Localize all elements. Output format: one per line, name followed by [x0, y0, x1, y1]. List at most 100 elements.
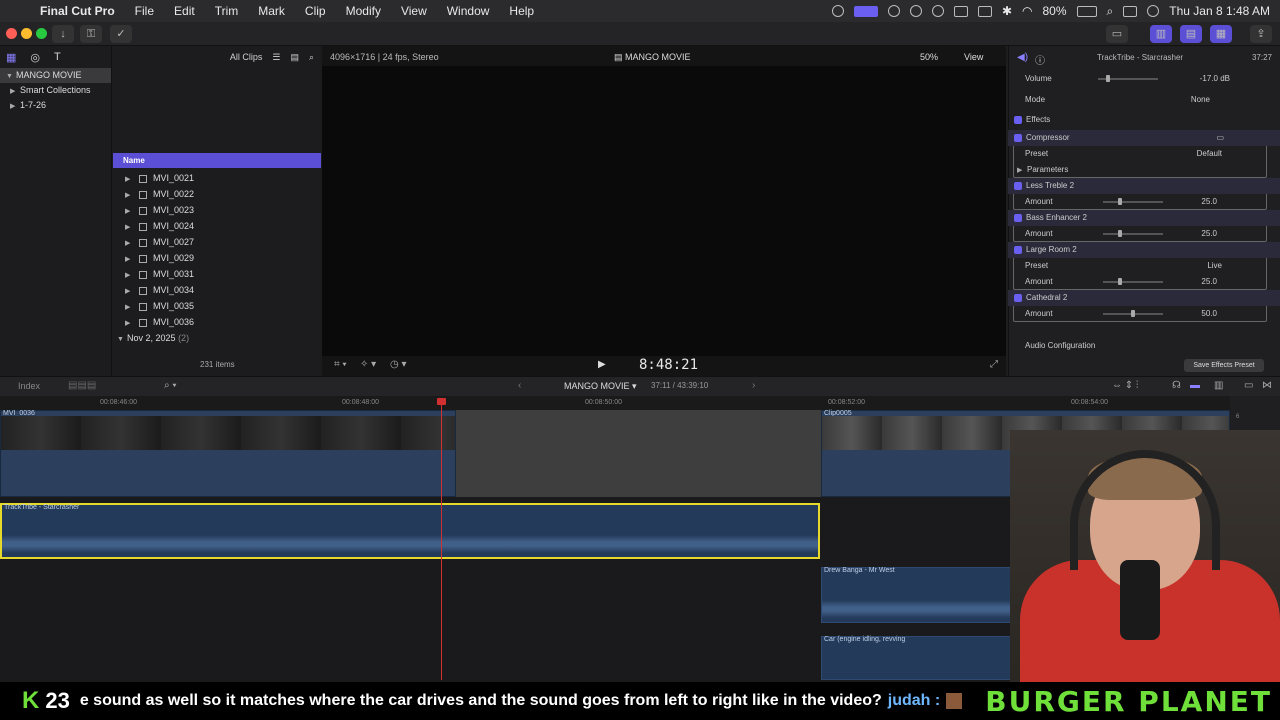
effect-header[interactable]: Bass Enhancer 2 — [1008, 210, 1280, 226]
play-button[interactable]: ▶ — [598, 359, 606, 370]
checkbox-icon[interactable] — [1014, 245, 1022, 254]
menu-mark[interactable]: Mark — [248, 4, 295, 18]
date-group[interactable]: ▼ Nov 2, 2025 (2) — [113, 330, 321, 346]
preset-dropdown[interactable]: Default — [1197, 146, 1222, 162]
menu-view[interactable]: View — [391, 4, 437, 18]
import-button[interactable]: ↓ — [52, 25, 74, 43]
audio-clip[interactable]: Drew Banga - Mr West — [821, 567, 1021, 623]
video-clip[interactable]: MVI_0036 — [0, 410, 456, 497]
list-item[interactable]: ▶ MVI_0035 — [113, 298, 321, 314]
effect-toggle[interactable]: Cathedral 2 — [1014, 290, 1067, 306]
timeline-ruler[interactable]: 00:08:46:00 00:08:48:00 00:08:50:00 00:0… — [0, 396, 1230, 410]
enhance-icon[interactable]: ✧ ▾ — [360, 359, 376, 370]
music-clip[interactable]: TrackTribe - Starcrasher — [0, 503, 820, 559]
list-item[interactable]: ▶ MVI_0021 — [113, 170, 321, 186]
checkbox-icon[interactable] — [1014, 293, 1022, 302]
minimize-button[interactable] — [21, 28, 32, 39]
control-center-icon[interactable] — [1123, 5, 1138, 17]
checkbox-icon[interactable] — [1014, 213, 1022, 222]
preset-dropdown[interactable]: Live — [1207, 258, 1222, 274]
amount-value[interactable]: 25.0 — [1201, 274, 1217, 290]
timeline-project-dropdown[interactable]: MANGO MOVIE ▾ — [564, 381, 637, 392]
history-forward-icon[interactable]: › — [752, 380, 755, 391]
list-item[interactable]: ▶ MVI_0024 — [113, 218, 321, 234]
gap-clip[interactable] — [456, 410, 821, 497]
video-frame[interactable] — [322, 66, 1006, 356]
info-inspector-icon[interactable]: ⓘ — [1035, 52, 1045, 67]
snapping-icon[interactable]: ▬ — [1190, 380, 1200, 391]
playhead[interactable] — [441, 398, 442, 680]
battery-icon[interactable] — [1076, 5, 1097, 17]
search-icon[interactable]: ⌕ — [1107, 4, 1114, 19]
amount-slider[interactable] — [1103, 198, 1163, 205]
transitions-icon[interactable]: ⋈ — [1262, 380, 1272, 391]
volume-slider[interactable] — [1098, 75, 1158, 82]
clip-appearance-icons[interactable]: ⇔ ⇕ ⫶ — [1112, 380, 1138, 391]
zoom-tool-icon[interactable]: ⌕ ▾ — [164, 380, 177, 391]
media-browser-icon[interactable]: ▦ — [6, 51, 16, 64]
titles-icon[interactable]: T — [54, 51, 61, 63]
effect-header[interactable]: Large Room 2 — [1008, 242, 1280, 258]
amount-slider[interactable] — [1103, 278, 1163, 285]
effect-editor-icon[interactable]: ▭ — [1216, 130, 1224, 146]
audio-config-row[interactable]: Audio Configuration — [1008, 338, 1280, 354]
list-item[interactable]: ▶ MVI_0029 — [113, 250, 321, 266]
browser-toggle-button[interactable]: ▥ — [1150, 25, 1172, 43]
play-icon[interactable] — [931, 5, 944, 17]
effect-toggle[interactable]: Less Treble 2 — [1014, 178, 1074, 194]
timecode-display[interactable]: 8:48:21 — [639, 357, 698, 373]
record-icon[interactable] — [887, 5, 900, 17]
amount-value[interactable]: 50.0 — [1201, 306, 1217, 322]
fullscreen-icon[interactable]: ⤢ — [990, 359, 998, 370]
disclosure-icon[interactable]: ▼ — [6, 69, 16, 84]
inspector-toggle-button[interactable]: ▦ — [1210, 25, 1232, 43]
name-column-header[interactable]: Name — [113, 153, 321, 168]
library-item[interactable]: ▼ MANGO MOVIE — [0, 68, 111, 83]
focus-icon[interactable] — [831, 5, 844, 17]
menu-file[interactable]: File — [125, 4, 164, 18]
photos-icon[interactable]: ◎ — [30, 51, 40, 64]
bluetooth-icon[interactable]: ✱ — [1002, 4, 1012, 18]
audio-clip[interactable]: Car (engine idling, revving — [821, 636, 1021, 680]
amount-slider[interactable] — [1103, 230, 1163, 237]
effect-header[interactable]: Cathedral 2 — [1008, 290, 1280, 306]
effect-toggle[interactable]: Compressor — [1014, 130, 1070, 146]
audio-meters-icon[interactable]: ▥ — [1214, 380, 1223, 391]
amount-value[interactable]: 25.0 — [1201, 226, 1217, 242]
close-button[interactable] — [6, 28, 17, 39]
playhead-handle[interactable] — [437, 398, 446, 405]
index-button[interactable]: Index — [18, 381, 40, 391]
effect-toggle[interactable]: Large Room 2 — [1014, 242, 1077, 258]
headphones-icon[interactable]: ☊ — [1172, 380, 1181, 391]
list-item[interactable]: ▶ MVI_0023 — [113, 202, 321, 218]
history-back-icon[interactable]: ‹ — [518, 380, 521, 391]
disclosure-icon[interactable]: ▶ — [10, 84, 20, 99]
clip-filter-dropdown[interactable]: All Clips — [230, 52, 263, 62]
clock[interactable]: Thu Jan 8 1:48 AM — [1169, 4, 1270, 18]
effect-header[interactable]: Less Treble 2 — [1008, 178, 1280, 194]
zoom-dropdown[interactable]: 50% — [920, 52, 938, 62]
append-edit-icon[interactable]: ▤▤▤ — [68, 380, 96, 391]
effects-browser-icon[interactable]: ▭ — [1244, 380, 1253, 391]
volume-value[interactable]: -17.0 dB — [1200, 71, 1230, 87]
disclosure-icon[interactable]: ▶ — [10, 99, 20, 114]
menu-window[interactable]: Window — [437, 4, 500, 18]
screen-icon[interactable] — [977, 5, 992, 17]
recording-icon[interactable] — [853, 5, 878, 17]
mode-dropdown[interactable]: None — [1191, 92, 1210, 108]
list-item[interactable]: ▶ MVI_0034 — [113, 282, 321, 298]
menu-help[interactable]: Help — [499, 4, 544, 18]
library-toggle-button[interactable]: ▭ — [1106, 25, 1128, 43]
list-item[interactable]: ▶ MVI_0022 — [113, 186, 321, 202]
checkbox-icon[interactable] — [1014, 181, 1022, 190]
timeline-toggle-button[interactable]: ▤ — [1180, 25, 1202, 43]
save-effects-preset-button[interactable]: Save Effects Preset — [1184, 359, 1264, 372]
display-icon[interactable] — [953, 5, 968, 17]
list-view-icon[interactable]: ☰ — [272, 52, 280, 63]
filmstrip-icon[interactable]: ▤ — [290, 52, 299, 63]
siri-icon[interactable] — [1147, 5, 1160, 17]
menu-edit[interactable]: Edit — [164, 4, 205, 18]
parameters-row[interactable]: ▶ Parameters — [1008, 162, 1280, 178]
effect-header[interactable]: Compressor ▭ — [1008, 130, 1280, 146]
amount-slider[interactable] — [1103, 310, 1163, 317]
